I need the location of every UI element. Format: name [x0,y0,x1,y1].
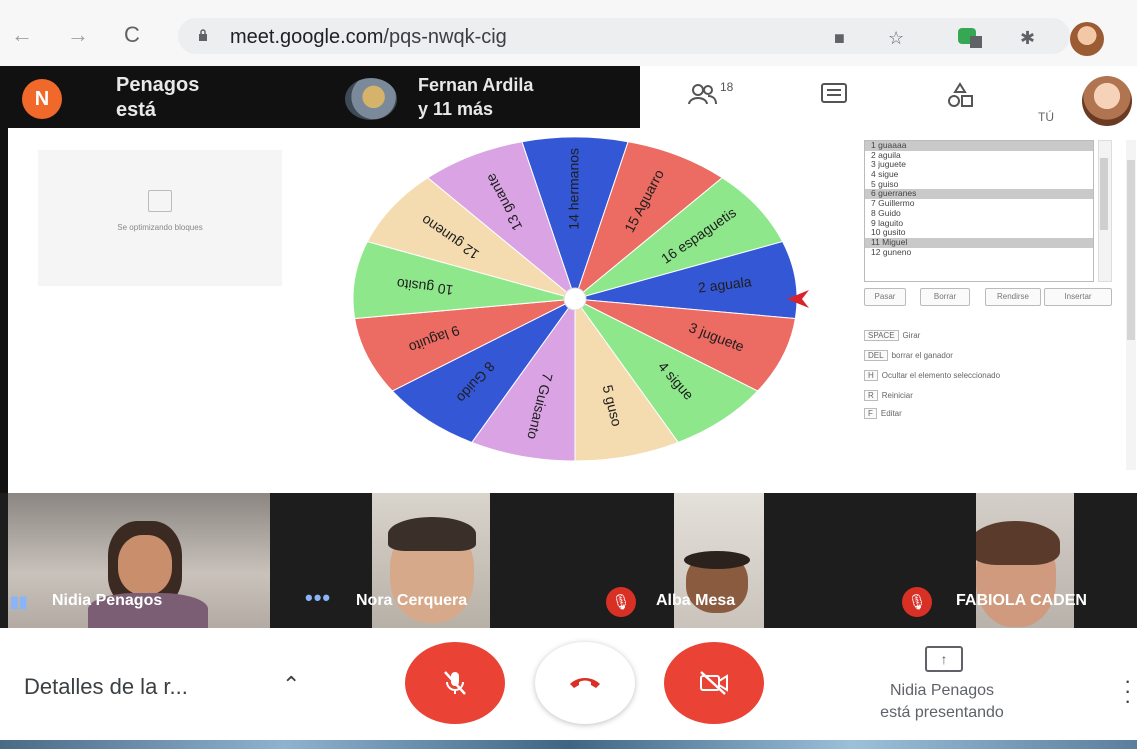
legend-row: H Ocultar el elemento seleccionado [864,370,1000,381]
avatar: N [22,79,62,119]
meeting-details-button[interactable]: Detalles de la r... [24,674,188,700]
url-text[interactable]: meet.google.com/pqs-nwqk-cig [230,26,507,49]
camera-icon[interactable]: ■ [834,28,845,49]
camera-off-button[interactable] [664,642,764,724]
self-label: TÚ [1038,110,1054,124]
tile-text: Se optimizando bloques [117,223,203,232]
chevron-up-icon[interactable]: ⌃ [282,672,300,698]
mic-off-icon [444,671,466,695]
group-name-line2: y 11 más [418,99,494,119]
star-icon[interactable]: ☆ [888,28,904,49]
legend-row: F Editar [864,408,902,419]
participant-name: Alba Mesa [656,592,736,609]
presenter-strip [0,66,640,128]
speaking-indicator-icon: ▮▮ [10,594,28,611]
legend-row: DEL borrar el ganador [864,350,953,361]
puzzle-icon[interactable]: ✱ [1020,28,1035,49]
chat-icon[interactable] [820,82,848,115]
names-list[interactable]: 1 guaaaa 2 aguila 3 juguete 4 sigue 5 guiso 6… [864,140,1094,282]
window-icon [148,190,172,212]
back-arrow-icon[interactable]: ← [8,22,36,48]
more-dots-icon[interactable]: ••• [305,585,331,611]
camera-off-icon [700,671,728,695]
delete-button[interactable]: Borrar [920,288,970,306]
name-list-item[interactable]: 4 sigue [865,169,1093,180]
os-taskbar [0,740,1137,749]
pass-button[interactable]: Pasar [864,288,906,306]
presenting-line2: está presentando [880,704,1004,721]
hang-up-icon [570,678,600,688]
profile-avatar-icon[interactable] [1070,22,1104,56]
extension-icon[interactable] [958,26,984,55]
name-list-item[interactable]: 12 guneno [865,247,1093,258]
stage-scroll-thumb[interactable] [1127,160,1135,340]
legend-text: Editar [880,409,902,418]
insert-button[interactable]: Insertar [1044,288,1112,306]
legend-text: Ocultar el elemento seleccionado [881,371,1001,380]
participant-name: Nora Cerquera [356,592,468,609]
presenter-name-line1: Penagos [116,74,200,96]
legend-text: Girar [902,331,921,340]
mic-muted-icon: 🎙 [606,587,636,617]
activities-icon[interactable] [946,82,974,117]
presenting-status: Nidia Penagos está presentando [842,680,1042,724]
optimizing-tile [38,150,282,286]
url-host: meet.google.com [230,26,384,48]
group-name-line1: Fernan Ardila [418,75,534,95]
self-avatar [1082,76,1132,126]
reload-icon[interactable]: C [118,22,146,48]
wheel-label: 14 hermanos [566,148,582,230]
hang-up-button[interactable] [535,642,635,724]
legend-text: borrar el ganador [891,351,953,360]
list-scroll-thumb[interactable] [1100,158,1108,230]
participant-name: Nidia Penagos [52,592,163,609]
mic-muted-icon: 🎙 [902,587,932,617]
spin-wheel[interactable]: 14 hermanos 15 Aguarro16 espaguetis2 agua… [350,134,810,470]
people-count: 18 [720,80,734,94]
participant-thumbnail [345,78,397,120]
legend-key: F [864,408,877,419]
lock-icon [199,29,207,41]
mic-off-button[interactable] [405,642,505,724]
legend-text: Reiniciar [881,391,913,400]
legend-key: R [864,390,878,401]
legend-key: SPACE [864,330,899,341]
wheel-hub[interactable] [563,287,587,311]
people-icon[interactable] [688,82,718,115]
giveup-button[interactable]: Rendirse [985,288,1041,306]
presenting-line1: Nidia Penagos [889,682,995,699]
name-list-item[interactable]: 3 juguete [865,160,1093,170]
participant-name: FABIOLA CADEN [956,592,1087,609]
legend-key: H [864,370,878,381]
present-screen-icon[interactable]: ↑ [925,646,963,672]
more-options-icon[interactable]: · · · [1124,670,1131,712]
legend-row: SPACE Girar [864,330,920,341]
presenter-name-line2: está [116,99,157,121]
forward-arrow-icon[interactable]: → [64,22,92,48]
stage-edge [0,128,8,493]
url-path: /pqs-nwqk-cig [383,26,507,48]
legend-key: DEL [864,350,888,361]
legend-row: R Reiniciar [864,390,913,401]
